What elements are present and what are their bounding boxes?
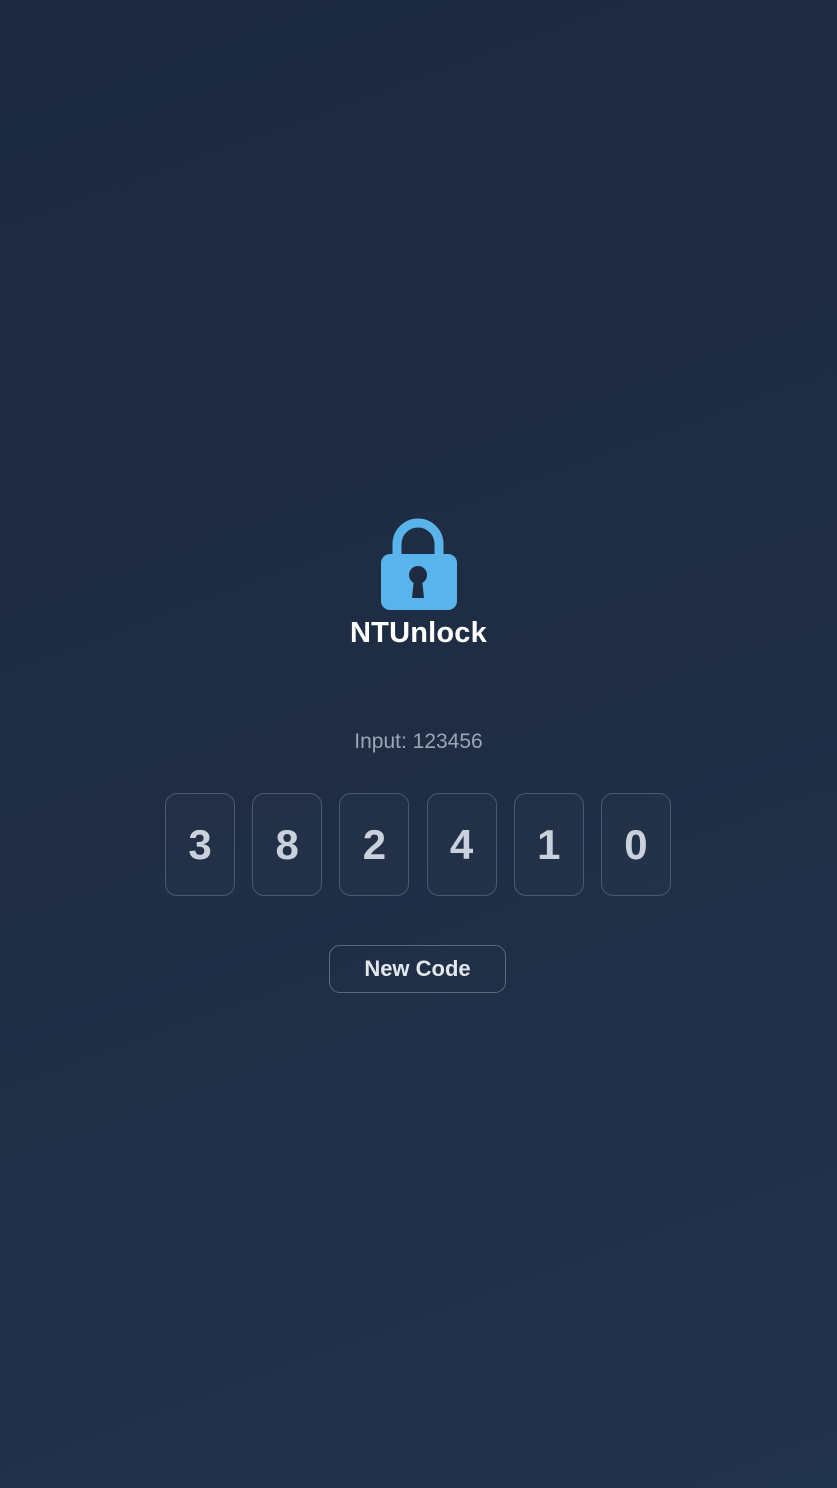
code-digit: 4 — [426, 793, 497, 896]
unlock-screen: NTUnlock Input: 123456 3 8 2 4 1 0 New C… — [0, 0, 837, 1488]
new-code-button[interactable]: New Code — [329, 945, 506, 993]
code-digit: 8 — [252, 793, 323, 896]
code-digit: 1 — [513, 793, 584, 896]
code-digit: 0 — [600, 793, 671, 896]
code-digit: 2 — [339, 793, 410, 896]
lock-icon — [381, 518, 457, 610]
code-digits: 3 8 2 4 1 0 — [165, 793, 671, 898]
app-title: NTUnlock — [350, 617, 487, 649]
input-label: Input: 123456 — [354, 730, 483, 753]
code-digit: 3 — [165, 793, 235, 896]
